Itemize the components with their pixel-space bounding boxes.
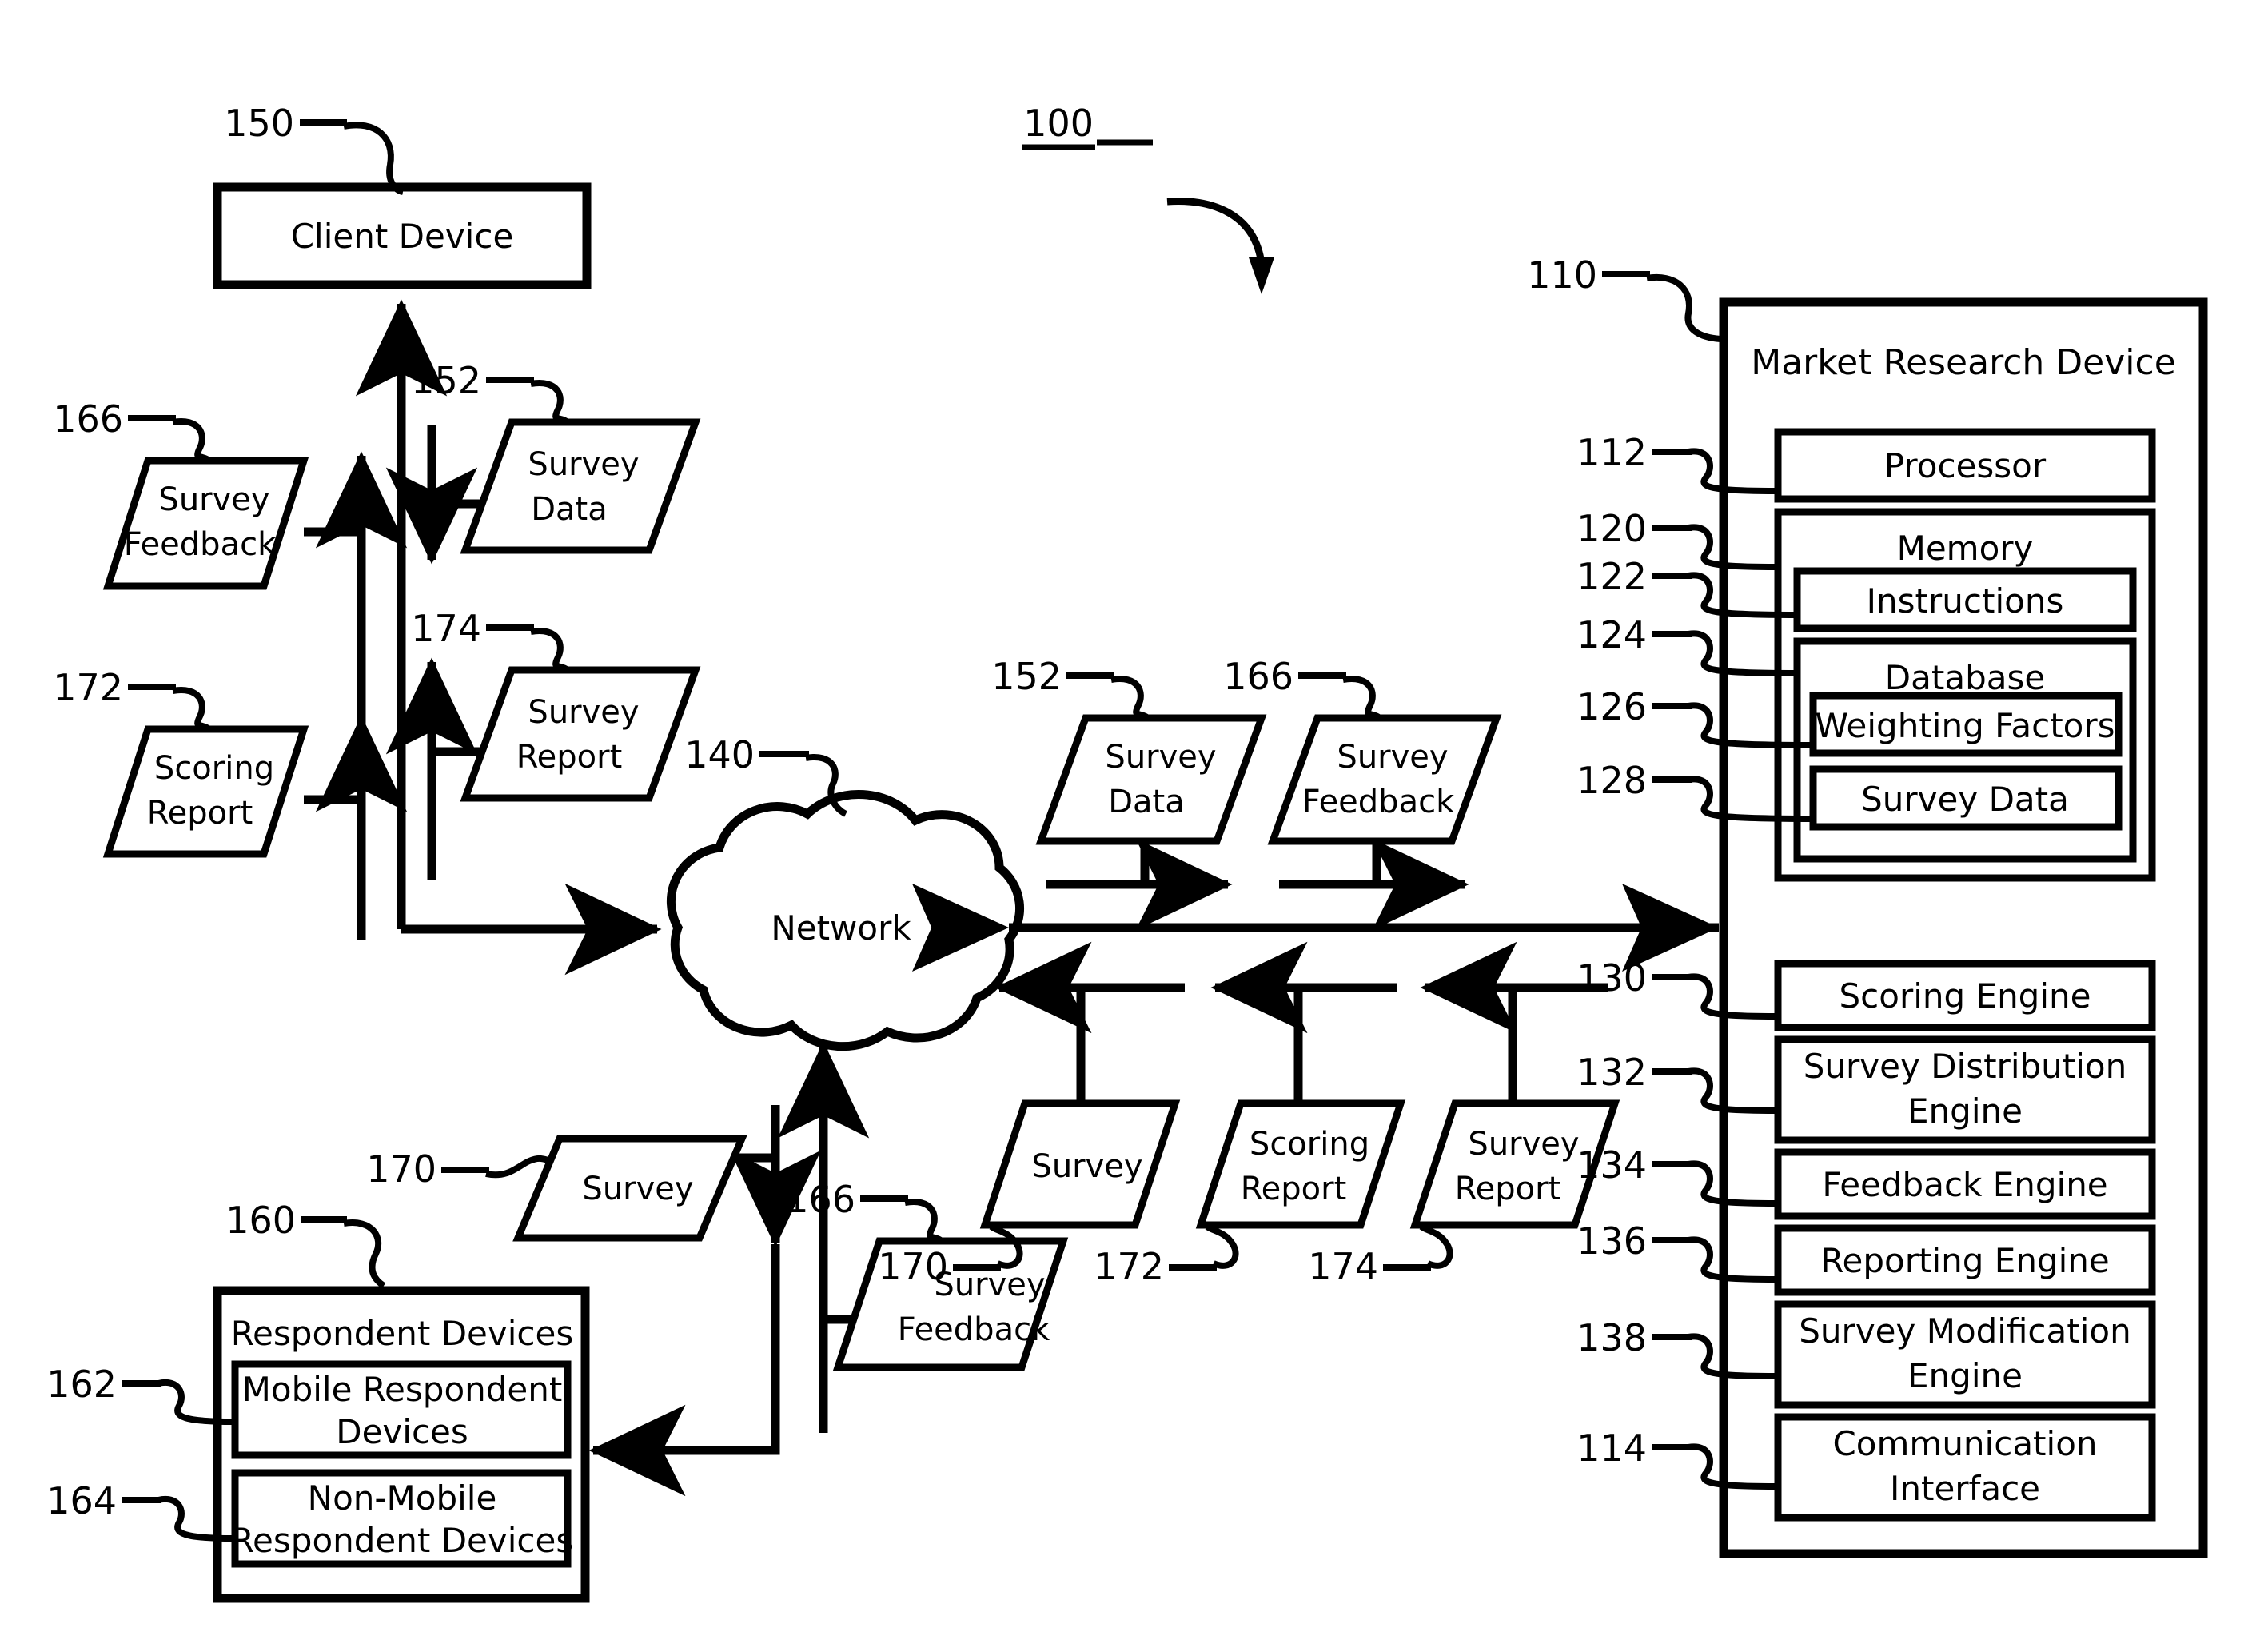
scoring-engine-ref-number: 130 [1576,956,1647,1000]
figure-canvas: 100 150 Client Device 110 Market Researc… [0,0,2268,1648]
artifact-survey-data-left-line1: Survey [528,446,639,483]
system-ref-number: 100 [1023,102,1094,145]
communication-interface-ref-number: 114 [1576,1427,1647,1470]
weighting-factors-ref-number: 126 [1576,685,1647,728]
artifact-survey-report-left-line1: Survey [528,694,639,731]
reporting-engine-ref-number: 136 [1576,1219,1647,1263]
artifact-survey-report-left-line2: Report [516,739,623,776]
mobile-respondent-devices-ref-number: 162 [46,1363,117,1406]
survey-distribution-engine-label-line1: Survey Distribution [1804,1047,2126,1086]
artifact-scoring-report-mid-line2: Report [1241,1171,1347,1207]
flow-scoring-report-up-left [304,715,408,940]
instructions-ref-number: 122 [1576,555,1647,598]
communication-interface-label-line1: Communication [1832,1424,2097,1463]
artifact-survey-feedback-left-line2: Feedback [124,526,277,563]
artifact-survey-feedback-bottom-line2: Feedback [898,1311,1050,1348]
artifact-ref-166-bottom: 166 [785,1178,855,1221]
database-label: Database [1885,658,2045,697]
artifact-survey-data-mid-line2: Data [1108,784,1185,820]
artifact-survey-feedback-mid[interactable] [1267,714,1502,845]
artifact-ref-152-left: 152 [411,359,481,402]
scoring-engine-label: Scoring Engine [1840,976,2091,1016]
memory-label: Memory [1897,529,2034,568]
flow-survey-back-left [994,941,1185,1103]
artifact-survey-bottom-line1: Survey [582,1171,693,1207]
artifact-survey-data-mid-line1: Survey [1105,739,1216,776]
feedback-engine-ref-number: 134 [1576,1143,1647,1187]
artifact-survey-feedback-bottom-line1: Survey [934,1267,1045,1303]
flow-survey-data-to-right [1046,838,1233,931]
artifact-ref-152-mid: 152 [991,655,1062,698]
memory-ref-number: 120 [1576,507,1647,550]
market-research-device-ref-number: 110 [1527,253,1597,297]
market-research-device-label: Market Research Device [1751,342,2176,383]
artifact-survey-data-mid[interactable] [1035,714,1267,845]
flow-scoring-report-back-left [1210,941,1397,1103]
respondent-devices-label: Respondent Devices [231,1314,573,1353]
patent-figure-diagram: 100 150 Client Device 110 Market Researc… [46,102,2208,1603]
weighting-factors-label: Weighting Factors [1815,706,2115,745]
flow-survey-feedback-to-right [1279,838,1469,931]
artifact-ref-166-mid: 166 [1223,655,1293,698]
reporting-engine-label: Reporting Engine [1820,1241,2109,1280]
non-mobile-respondent-devices-ref-number: 164 [46,1479,117,1522]
survey-modification-engine-label-line2: Engine [1907,1356,2023,1395]
artifact-ref-170-bottom: 170 [366,1147,436,1191]
system-ref-pointer [1097,139,1274,294]
network-ref-number: 140 [684,733,755,776]
communication-interface-label-line2: Interface [1890,1469,2040,1508]
artifact-survey-mid-line1: Survey [1031,1148,1142,1185]
artifact-survey-report-left[interactable] [460,666,701,802]
database-ref-number: 124 [1576,613,1647,656]
processor-ref-number: 112 [1576,431,1647,474]
artifact-survey-feedback-left[interactable] [102,457,309,590]
survey-modification-engine-label-line1: Survey Modification [1799,1311,2130,1351]
processor-label: Processor [1884,446,2047,485]
artifact-ref-174-left: 174 [411,607,481,650]
feedback-engine-label: Feedback Engine [1822,1165,2107,1204]
mobile-respondent-devices-label-line1: Mobile Respondent [242,1370,563,1409]
artifact-scoring-report-mid-line1: Scoring [1250,1126,1369,1163]
survey-distribution-engine-ref-number: 132 [1576,1051,1647,1094]
artifact-survey-feedback-mid-line2: Feedback [1302,784,1455,820]
artifact-survey-report-mid-line2: Report [1455,1171,1561,1207]
artifact-scoring-report-left[interactable] [102,725,309,858]
non-mobile-respondent-devices-label-line1: Non-Mobile [308,1478,497,1518]
artifact-survey-report-mid-line1: Survey [1468,1126,1579,1163]
instructions-label: Instructions [1867,581,2064,620]
market-research-device-ref-leader [1602,271,1721,342]
network-label: Network [771,908,911,948]
artifact-scoring-report-left-line1: Scoring [154,750,274,787]
client-device-label: Client Device [291,217,514,256]
survey-data-store-ref-number: 128 [1576,759,1647,802]
artifact-survey-data-left-line2: Data [531,491,608,528]
artifact-ref-172-mid: 172 [1094,1245,1164,1288]
client-device-ref-leader [300,119,405,195]
artifact-survey-feedback-mid-line1: Survey [1337,739,1448,776]
survey-modification-engine-ref-number: 138 [1576,1316,1647,1359]
client-device-ref-number: 150 [224,102,294,145]
flow-survey-feedback-up-left [304,451,408,720]
survey-distribution-engine-label-line2: Engine [1907,1091,2023,1131]
artifact-survey-data-left[interactable] [460,418,701,554]
artifact-survey-feedback-left-line1: Survey [158,481,269,518]
artifact-ref-172-left: 172 [53,666,123,709]
respondent-devices-ref-number: 160 [225,1199,296,1242]
artifact-ref-174-mid: 174 [1308,1245,1378,1288]
artifact-scoring-report-left-line2: Report [147,795,253,832]
artifact-survey-feedback-bottom[interactable] [832,1237,1069,1371]
non-mobile-respondent-devices-label-line2: Respondent Devices [231,1521,573,1560]
artifact-ref-166-left: 166 [53,397,123,441]
mobile-respondent-devices-label-line2: Devices [336,1412,468,1451]
flow-respondents-to-network [777,1041,878,1433]
survey-data-store-label: Survey Data [1861,780,2069,819]
